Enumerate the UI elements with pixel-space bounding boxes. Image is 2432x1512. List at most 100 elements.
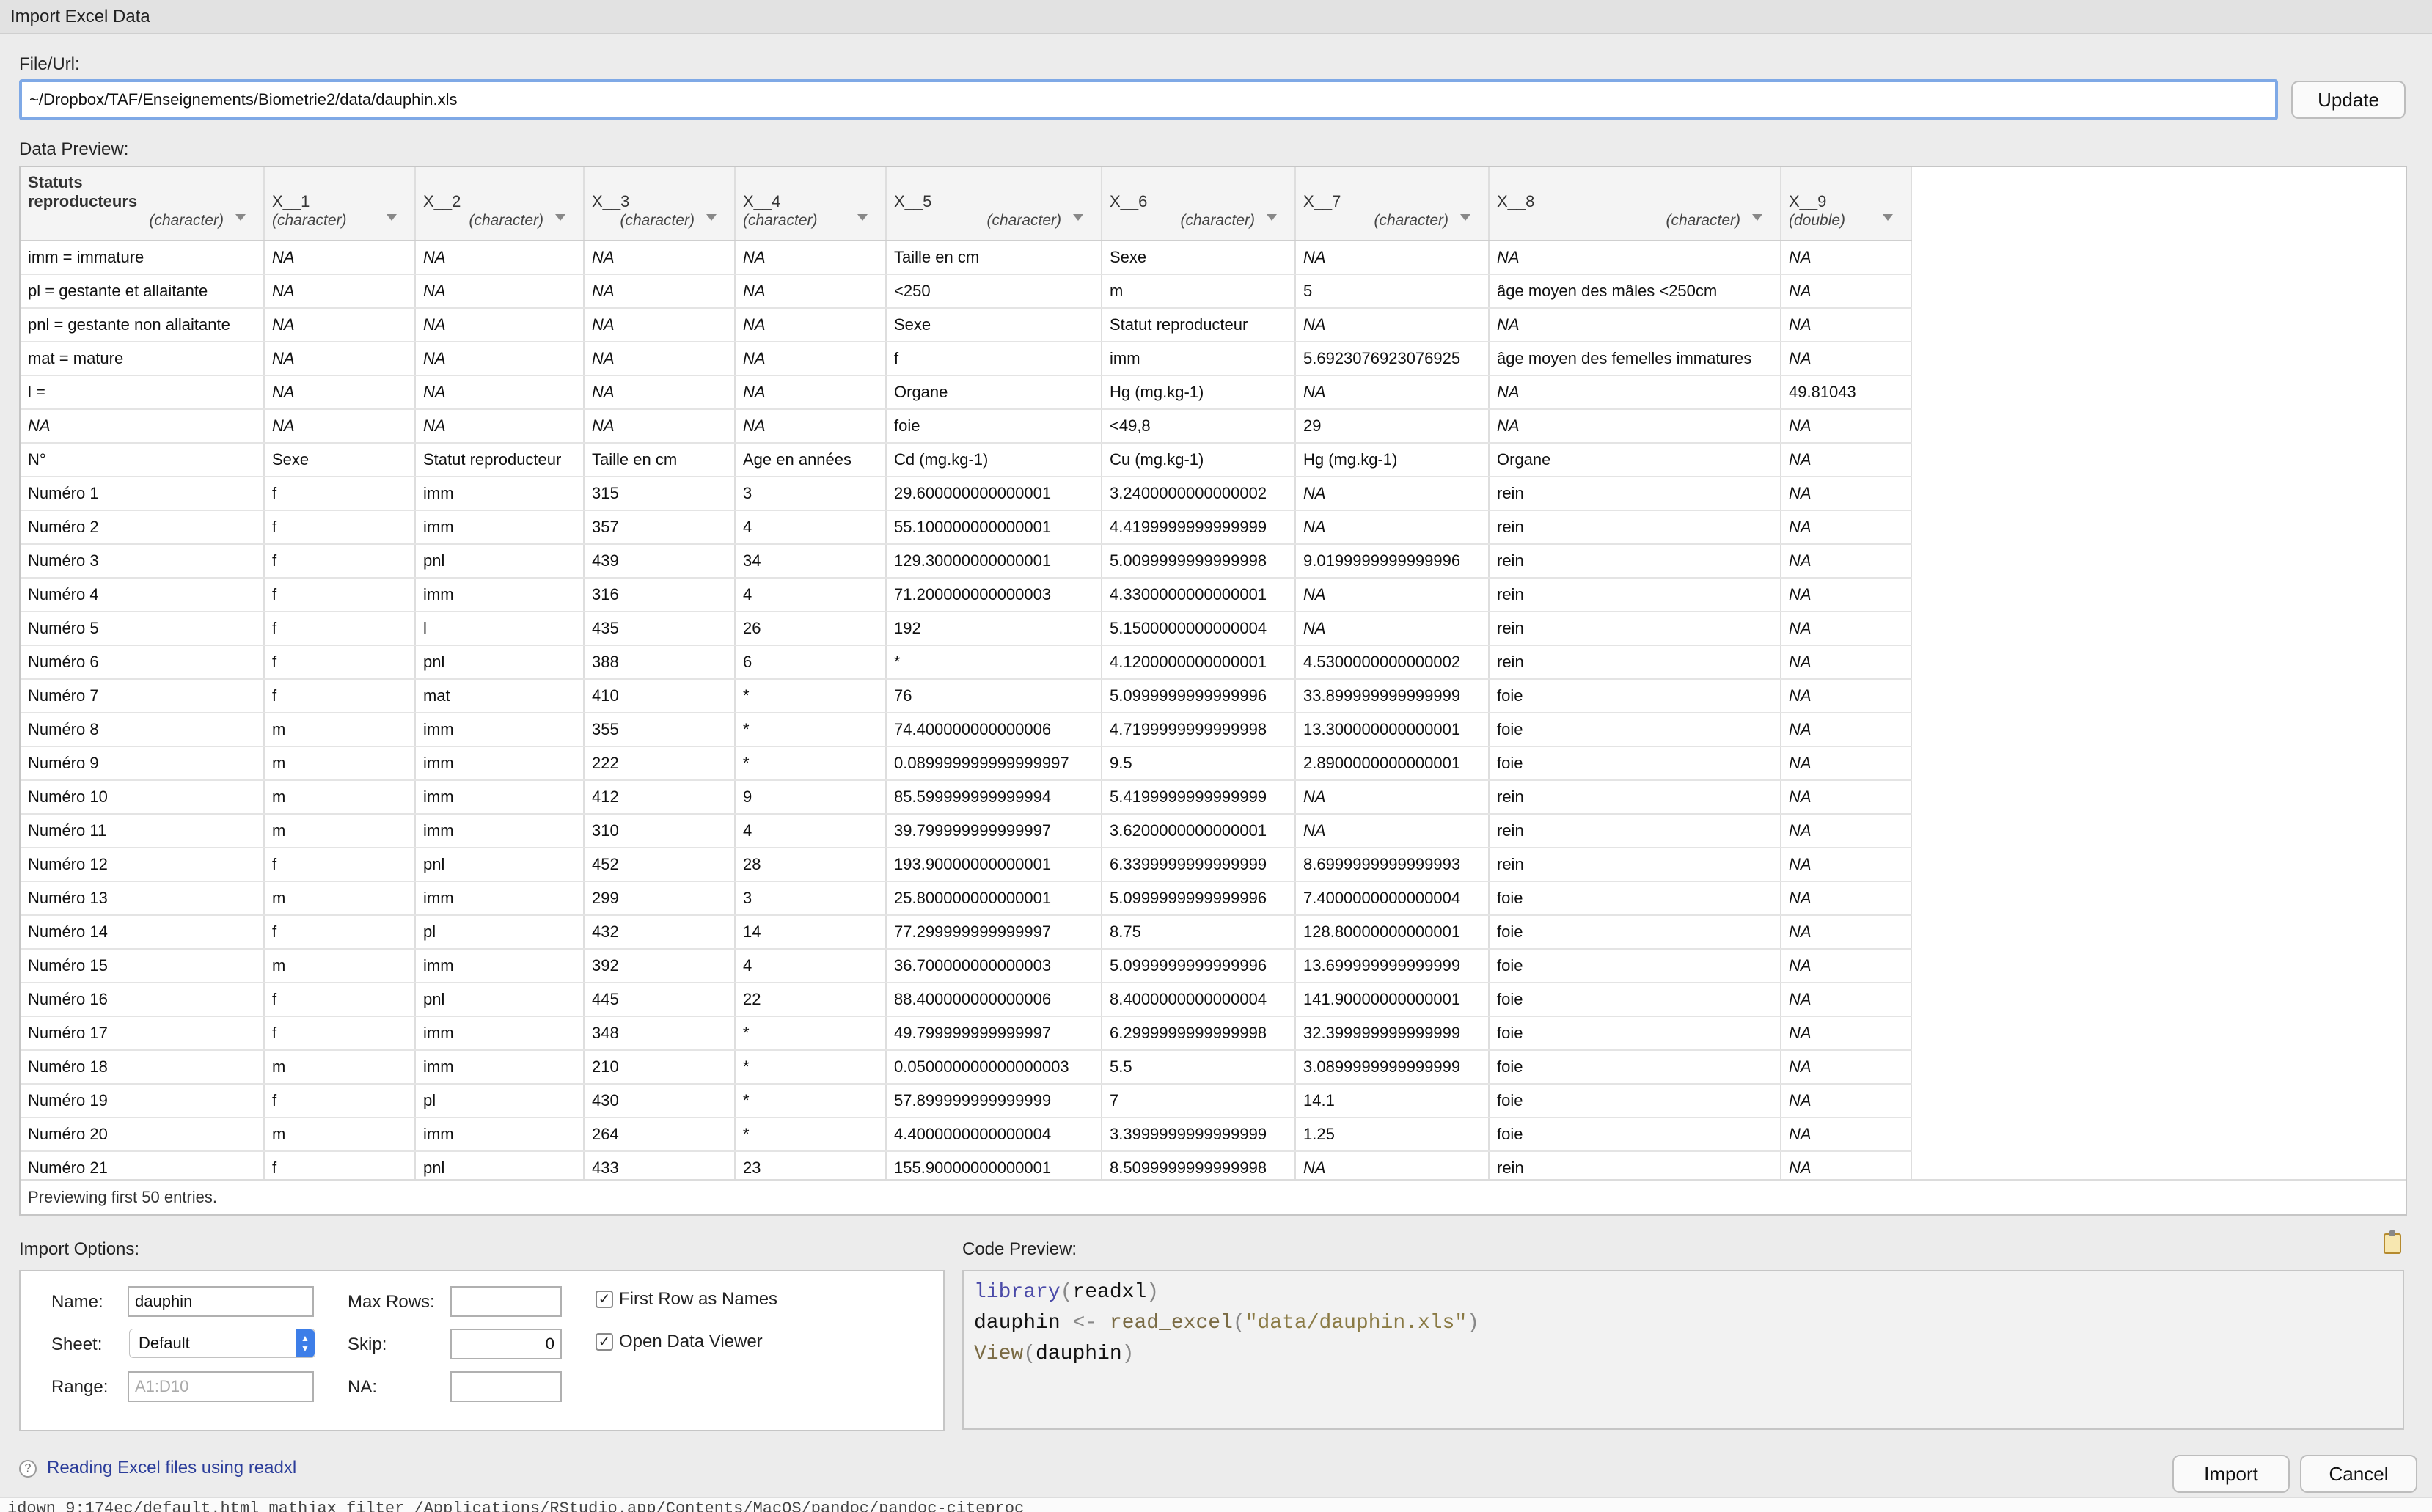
table-row: Numéro 4 f imm 316 4 71.200000000000003 4.3300… (21, 578, 1912, 612)
table-cell: Statut reproducteur (415, 443, 585, 477)
table-cell: N° (21, 443, 265, 477)
select-arrows-icon: ▲ ▼ (296, 1329, 315, 1357)
first-row-label[interactable]: First Row as Names (619, 1289, 777, 1310)
cancel-button[interactable]: Cancel (2300, 1455, 2417, 1493)
table-cell: NA (1781, 679, 1912, 713)
column-menu-caret-icon[interactable] (1073, 214, 1083, 221)
table-cell: foie (1489, 1084, 1781, 1118)
column-header[interactable]: Statuts reproducteurs (character) (21, 167, 265, 241)
sheet-label: Sheet: (51, 1335, 103, 1354)
table-cell: NA (1489, 409, 1781, 444)
column-menu-caret-icon[interactable] (555, 214, 565, 221)
column-header[interactable]: X__3 (character) (584, 167, 736, 241)
name-input[interactable]: dauphin (128, 1286, 314, 1317)
table-cell: * (735, 1118, 887, 1152)
table-cell: 5.0999999999999996 (1102, 949, 1296, 983)
table-cell: imm (415, 510, 585, 545)
table-cell: m (264, 713, 416, 747)
range-input[interactable]: A1:D10 (128, 1371, 314, 1402)
table-cell: 155.90000000000001 (886, 1151, 1102, 1181)
code-line-1: library(readxl) (974, 1281, 1160, 1304)
table-cell: 4.3300000000000001 (1102, 578, 1296, 612)
file-url-input[interactable]: ~/Dropbox/TAF/Enseignements/Biometrie2/d… (19, 79, 2278, 120)
na-input[interactable] (450, 1371, 562, 1402)
column-menu-caret-icon[interactable] (1752, 214, 1762, 221)
table-cell: Numéro 13 (21, 881, 265, 916)
table-cell: NA (735, 375, 887, 410)
max-rows-input[interactable] (450, 1286, 562, 1317)
column-menu-caret-icon[interactable] (1883, 214, 1893, 221)
column-header[interactable]: X__7 (character) (1295, 167, 1490, 241)
table-cell: pl = gestante et allaitante (21, 274, 265, 309)
table-cell: Numéro 17 (21, 1016, 265, 1051)
table-cell: 6.3399999999999999 (1102, 848, 1296, 882)
table-cell: 3 (735, 881, 887, 916)
table-row: Numéro 13 m imm 299 3 25.800000000000001 5.099… (21, 881, 1912, 916)
column-menu-caret-icon[interactable] (235, 214, 246, 221)
table-cell: Statut reproducteur (1102, 308, 1296, 342)
table-cell: Numéro 5 (21, 612, 265, 646)
column-type: (character) (149, 212, 224, 229)
table-cell: 192 (886, 612, 1102, 646)
table-cell: 9.5 (1102, 746, 1296, 781)
table-cell: NA (1295, 375, 1490, 410)
column-menu-caret-icon[interactable] (857, 214, 868, 221)
table-row: Numéro 8 m imm 355 * 74.400000000000006 4.7199… (21, 713, 1912, 747)
readxl-help-link[interactable]: Reading Excel files using readxl (47, 1458, 296, 1478)
column-menu-caret-icon[interactable] (387, 214, 397, 221)
import-button[interactable]: Import (2172, 1455, 2290, 1493)
skip-input[interactable]: 0 (450, 1329, 562, 1359)
open-viewer-label[interactable]: Open Data Viewer (619, 1332, 763, 1352)
column-header[interactable]: X__1 (character) (264, 167, 416, 241)
column-name: X__8 (1497, 192, 1535, 210)
table-cell: f (264, 679, 416, 713)
import-options-label: Import Options: (19, 1239, 140, 1259)
table-cell: rein (1489, 645, 1781, 680)
column-name: X__7 (1303, 192, 1341, 210)
table-cell: 14.1 (1295, 1084, 1490, 1118)
first-row-checkbox[interactable]: ✓ (596, 1291, 613, 1308)
table-cell: NA (1781, 342, 1912, 376)
table-cell: 88.400000000000006 (886, 983, 1102, 1017)
table-cell: pnl (415, 544, 585, 579)
table-cell: m (264, 814, 416, 848)
table-row: pl = gestante et allaitante NA NA NA NA <250 m… (21, 274, 1912, 309)
table-cell: 4.5300000000000002 (1295, 645, 1490, 680)
table-cell: NA (1781, 713, 1912, 747)
column-header[interactable]: X__2 (character) (415, 167, 585, 241)
column-header[interactable]: X__4 (character) (735, 167, 887, 241)
update-button[interactable]: Update (2291, 81, 2406, 119)
table-cell: f (264, 645, 416, 680)
code-preview-editor[interactable]: library(readxl) dauphin <- read_excel("d… (962, 1270, 2404, 1430)
column-header[interactable]: X__8 (character) (1489, 167, 1781, 241)
table-cell: 13.699999999999999 (1295, 949, 1490, 983)
skip-label: Skip: (348, 1335, 387, 1354)
table-cell: NA (415, 342, 585, 376)
sheet-select[interactable]: Default ▲ ▼ (129, 1329, 315, 1358)
table-cell: foie (1489, 679, 1781, 713)
column-header[interactable]: X__6 (character) (1102, 167, 1296, 241)
table-cell: NA (1781, 409, 1912, 444)
table-cell: m (264, 780, 416, 815)
table-cell: Taille en cm (584, 443, 736, 477)
table-cell: âge moyen des femelles immatures (1489, 342, 1781, 376)
column-menu-caret-icon[interactable] (706, 214, 717, 221)
data-preview-panel[interactable]: Statuts reproducteurs (character) X__1 (cha… (19, 166, 2407, 1216)
column-header[interactable]: X__9 (double) (1781, 167, 1912, 241)
table-cell: NA (1295, 578, 1490, 612)
table-cell: * (735, 1016, 887, 1051)
data-grid-viewport[interactable]: Statuts reproducteurs (character) X__1 (cha… (21, 167, 1917, 1181)
table-cell: 71.200000000000003 (886, 578, 1102, 612)
table-cell: NA (1781, 1151, 1912, 1181)
table-cell: 1.25 (1295, 1118, 1490, 1152)
table-cell: Numéro 8 (21, 713, 265, 747)
column-header[interactable]: X__5 (character) (886, 167, 1102, 241)
table-row: Numéro 7 f mat 410 * 76 5.0999999999999996 33.8… (21, 679, 1912, 713)
table-cell: Organe (1489, 443, 1781, 477)
open-viewer-checkbox[interactable]: ✓ (596, 1333, 613, 1351)
column-menu-caret-icon[interactable] (1460, 214, 1470, 221)
help-icon[interactable]: ? (19, 1460, 37, 1478)
column-menu-caret-icon[interactable] (1267, 214, 1277, 221)
clipboard-icon[interactable] (2384, 1230, 2401, 1254)
table-cell: pl (415, 915, 585, 950)
